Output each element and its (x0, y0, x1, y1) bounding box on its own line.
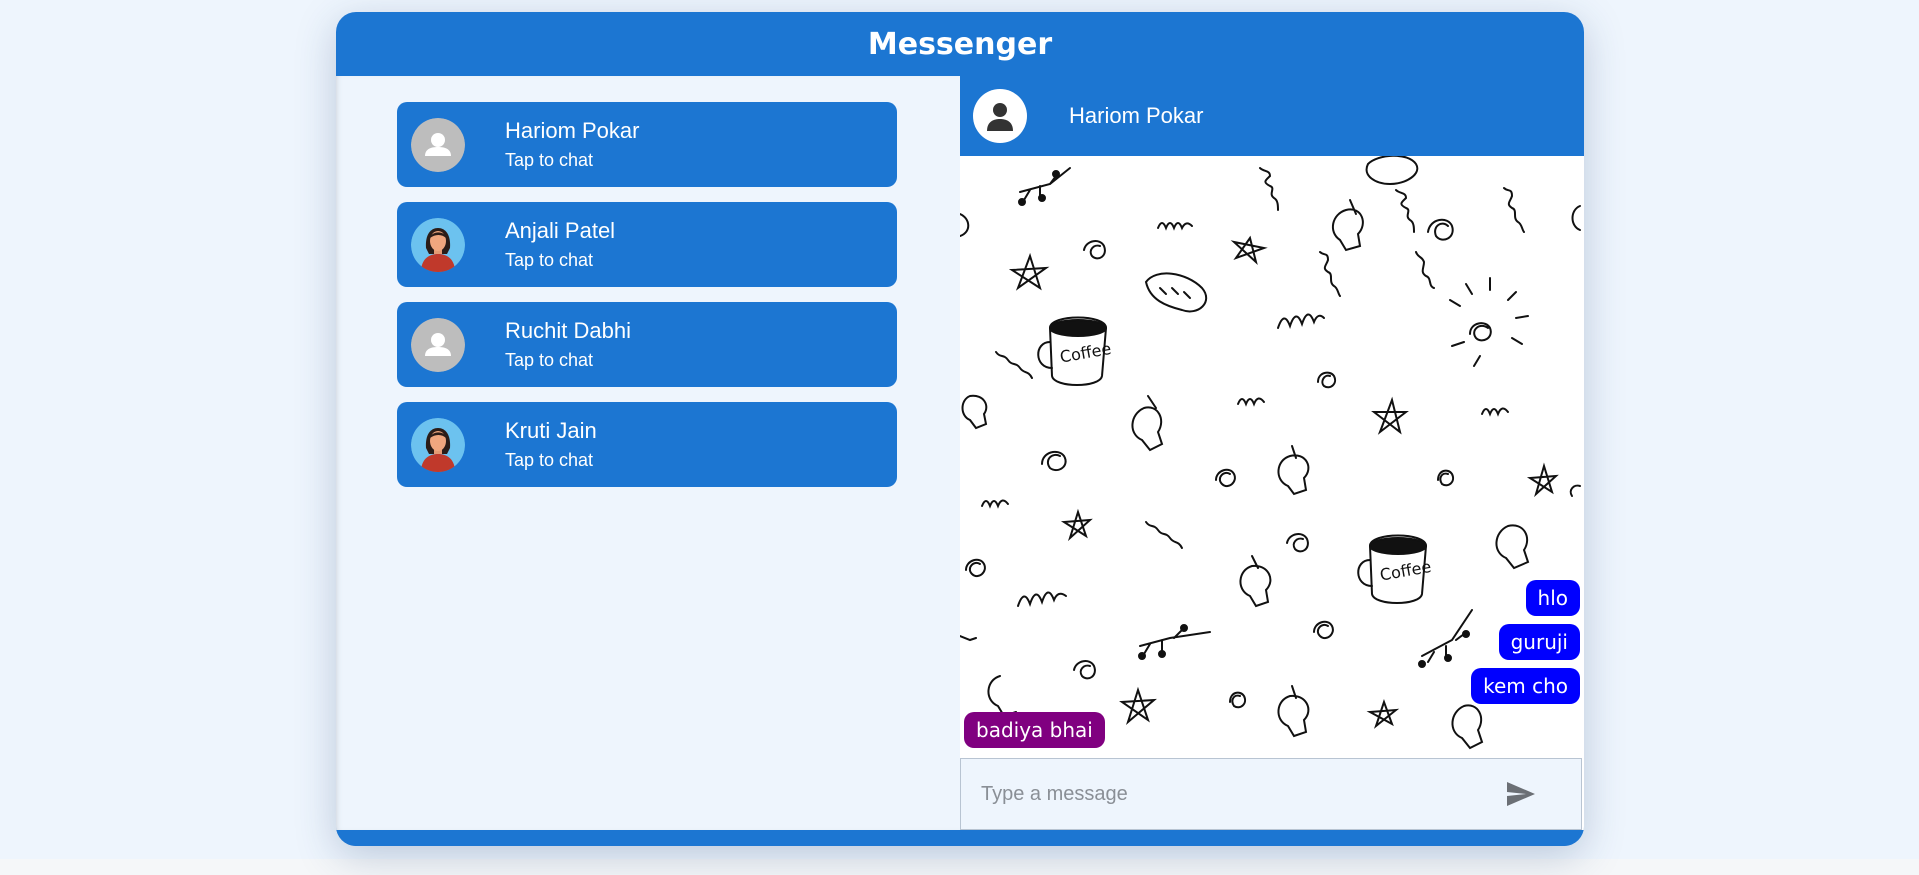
contact-subtitle: Tap to chat (505, 449, 594, 470)
contact-subtitle: Tap to chat (505, 149, 594, 170)
contact-name: Ruchit Dabhi (505, 317, 631, 343)
message-area: Coffee Coffee hlo guruji kem cho badiya … (960, 156, 1584, 758)
messenger-app: Messenger Hariom Pokar Tap to chat Anjal… (336, 12, 1584, 846)
svg-text:Coffee: Coffee (1378, 557, 1432, 585)
message-bubble-sent: guruji (1498, 624, 1580, 660)
contact-name: Anjali Patel (505, 217, 616, 243)
female-avatar-icon (411, 417, 465, 472)
user-silhouette-icon (973, 89, 1027, 143)
contact-subtitle: Tap to chat (505, 349, 594, 370)
send-button[interactable] (1501, 774, 1541, 814)
female-avatar-icon (411, 217, 465, 272)
message-input[interactable] (979, 773, 1501, 815)
contact-card[interactable]: Anjali Patel Tap to chat (397, 202, 897, 287)
svg-text:Coffee: Coffee (1058, 339, 1112, 367)
message-bubble-sent: kem cho (1471, 668, 1580, 704)
page-bottom-strip (0, 859, 1919, 875)
contact-list: Hariom Pokar Tap to chat Anjali Patel Ta… (336, 76, 960, 830)
contact-card[interactable]: Ruchit Dabhi Tap to chat (397, 302, 897, 387)
contact-card[interactable]: Hariom Pokar Tap to chat (397, 102, 897, 187)
contact-subtitle: Tap to chat (505, 249, 594, 270)
message-composer (960, 758, 1582, 830)
contact-name: Hariom Pokar (505, 117, 640, 143)
chat-panel: Hariom Pokar Coffee Coffee hlo guruji ke… (960, 76, 1584, 830)
contact-card[interactable]: Kruti Jain Tap to chat (397, 402, 897, 487)
app-title: Messenger (867, 26, 1053, 62)
app-body: Hariom Pokar Tap to chat Anjali Patel Ta… (336, 76, 1584, 830)
default-user-icon (411, 117, 465, 172)
chat-contact-name: Hariom Pokar (1069, 103, 1204, 128)
message-bubble-received: badiya bhai (964, 712, 1105, 748)
contact-name: Kruti Jain (505, 417, 597, 443)
send-icon (1507, 782, 1535, 806)
message-bubble-sent: hlo (1525, 580, 1580, 616)
default-user-icon (411, 317, 465, 372)
chat-header: Hariom Pokar (960, 76, 1584, 156)
app-footer-bar (336, 830, 1584, 846)
